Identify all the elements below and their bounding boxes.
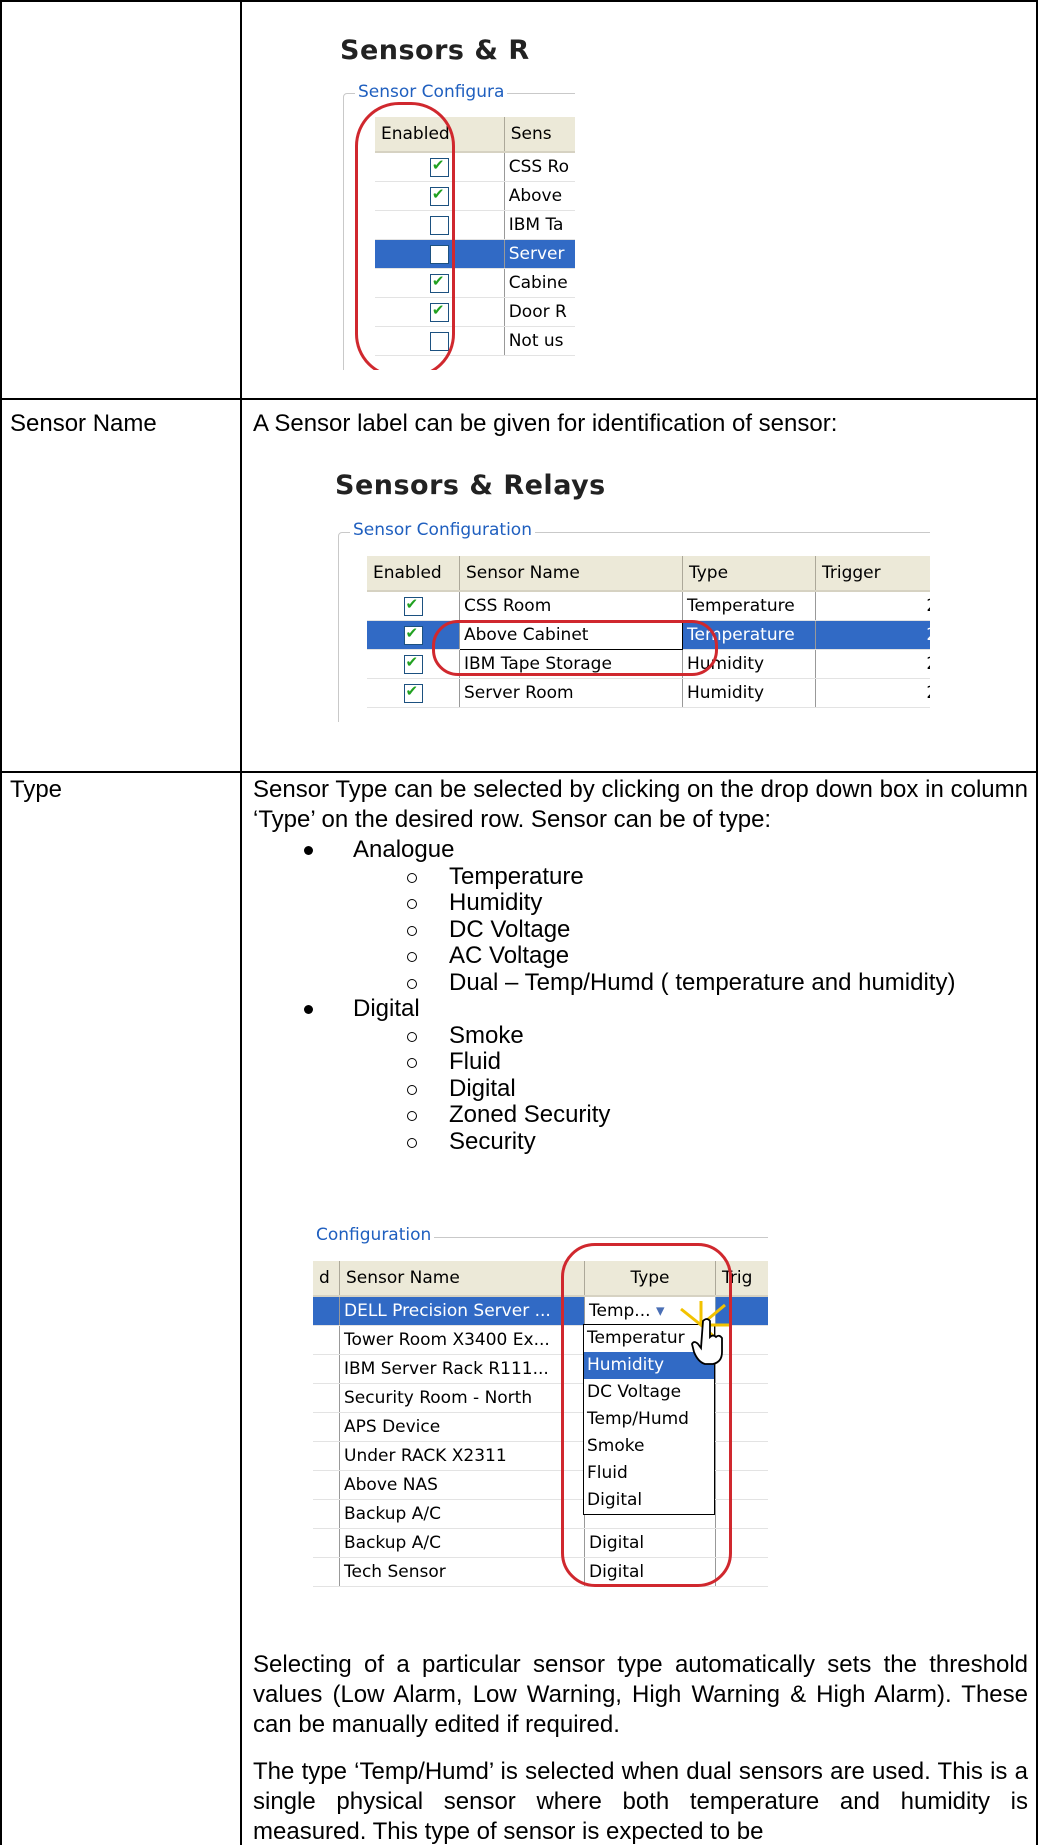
sensor-name-cell[interactable]: IBM Server Rack R111... [339,1354,585,1384]
column-header-sensor-name[interactable]: Sensor Name [339,1261,585,1297]
sub-item-label: Humidity [449,889,543,916]
circle-bullet-icon [407,1084,417,1095]
enabled-checkbox[interactable] [403,682,423,703]
table-column-divider [240,0,242,1845]
sensor-name-screenshot: Sensors & Relays Sensor Configuration En… [330,460,930,722]
sensor-name-cell[interactable]: APS Device [339,1412,585,1442]
type-threshold-paragraph: Selecting of a particular sensor type au… [253,1651,1028,1738]
sensor-name-cell[interactable]: CSS Room [459,591,683,621]
circle-bullet-icon [407,1031,417,1042]
table-border-left [0,0,2,1845]
enabled-checkbox[interactable] [403,595,423,616]
circle-bullet-icon [407,1058,417,1068]
sensor-name-cell[interactable]: Backup A/C [339,1528,585,1558]
list-item-label: Analogue [353,836,455,863]
sensor-name-cell[interactable]: Above [504,181,575,211]
sub-item-label: Fluid [449,1048,502,1075]
list-item: Digital [253,995,1028,1023]
sensor-name-cell[interactable]: Not us [504,326,575,356]
enabled-column-screenshot: Sensors & R Sensor Configura Enabled Sen… [335,25,575,370]
column-header-enabled-partial[interactable]: d [313,1261,340,1297]
group-legend: Sensor Configuration [350,520,535,540]
column-header-sensor-name[interactable]: Sensor Name [459,556,683,592]
sub-item-label: Security [449,1127,536,1155]
circle-bullet-icon [407,952,417,962]
enabled-column-highlight-oval [355,102,455,370]
sub-item-label: Zoned Security [449,1101,611,1128]
group-legend: Configuration [313,1225,435,1245]
trigger-cell[interactable]: 20 [815,591,930,621]
bullet-icon [304,846,313,855]
column-header-sensor[interactable]: Sens [504,117,575,153]
table-row[interactable]: Server Room Humidity 20 [367,678,930,708]
sensor-name-cell[interactable]: CSS Ro [504,152,575,182]
list-item: Dual – Temp/Humd ( temperature and humid… [253,968,1028,997]
sub-item-label: DC Voltage [449,915,571,943]
screenshot-title: Sensors & Relays [335,470,606,501]
list-item: Digital [253,1074,1028,1103]
list-item: Smoke [253,1021,1028,1050]
type-cell[interactable]: Temperature [682,591,816,621]
list-item: Humidity [253,889,1028,917]
enabled-checkbox[interactable] [403,653,423,674]
circle-bullet-icon [407,978,417,989]
list-item: AC Voltage [253,942,1028,970]
sensor-name-highlight-oval [432,620,718,676]
sensor-name-cell[interactable]: Tower Room X3400 Ex... [339,1325,585,1355]
sensor-name-cell[interactable]: DELL Precision Server ... [339,1296,585,1326]
list-item: Fluid [253,1048,1028,1076]
enabled-checkbox[interactable] [403,624,423,645]
table-border-top [0,0,1038,2]
trigger-cell[interactable]: 20 [815,649,930,679]
sensor-name-cell[interactable]: Under RACK X2311 [339,1441,585,1471]
type-cell[interactable]: Humidity [682,678,816,708]
column-header-trigger[interactable]: Trigger [815,556,930,592]
sensor-name-cell[interactable]: Tech Sensor [339,1557,585,1587]
sensor-name-cell[interactable]: Server Room [459,678,683,708]
trigger-cell[interactable]: 20 [815,620,930,650]
circle-bullet-icon [407,1137,417,1148]
bullet-icon [304,1005,313,1014]
type-dual-sensor-paragraph: The type ‘Temp/Humd’ is selected when du… [253,1758,1028,1845]
list-item: DC Voltage [253,915,1028,944]
group-legend: Sensor Configura [355,82,508,102]
sub-item-label: Smoke [449,1021,524,1049]
list-item: Zoned Security [253,1101,1028,1129]
circle-bullet-icon [407,872,417,883]
column-header-type[interactable]: Type [682,556,816,592]
sensor-name-cell[interactable]: Server [504,239,575,269]
sensor-name-cell[interactable]: Door R [504,297,575,327]
type-dropdown-screenshot: Configuration d Sensor Name Type Trig DE… [313,1225,768,1595]
table-row[interactable]: CSS Room Temperature 20 [367,591,930,621]
sensor-name-cell[interactable]: Security Room - North [339,1383,585,1413]
sensor-name-cell[interactable]: IBM Ta [504,210,575,240]
screenshot-title: Sensors & R [340,35,530,66]
sub-item-label: Dual – Temp/Humd ( temperature and humid… [449,968,956,996]
document-table: Sensors & R Sensor Configura Enabled Sen… [0,0,1038,1845]
sub-item-label: Temperature [449,862,584,890]
circle-bullet-icon [407,1111,417,1121]
sensor-name-description: A Sensor label can be given for identifi… [253,410,838,437]
list-item: Security [253,1127,1028,1156]
list-item-label: Digital [353,995,420,1022]
trigger-cell[interactable]: 20 [815,678,930,708]
list-item: Temperature [253,862,1028,891]
circle-bullet-icon [407,925,417,936]
type-column-highlight-oval [561,1243,732,1587]
row-label-type: Type [10,776,63,803]
row-label-sensor-name: Sensor Name [10,410,157,437]
sensor-name-cell[interactable]: Backup A/C [339,1499,585,1529]
list-item: Analogue [253,836,1028,864]
column-header-enabled[interactable]: Enabled [367,556,460,592]
sensor-name-cell[interactable]: Cabine [504,268,575,298]
type-intro-text: Sensor Type can be selected by clicking … [253,776,1028,833]
sensor-name-cell[interactable]: Above NAS [339,1470,585,1500]
row-divider-2 [0,771,1038,773]
circle-bullet-icon [407,899,417,909]
row-divider-1 [0,398,1038,400]
sensor-type-list: Analogue Temperature Humidity DC Voltage… [253,836,1028,1156]
sub-item-label: Digital [449,1074,516,1102]
sub-item-label: AC Voltage [449,942,570,969]
